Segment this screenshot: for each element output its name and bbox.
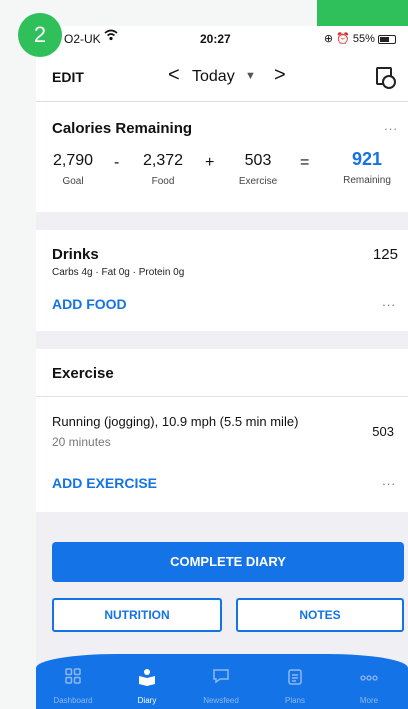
notes-button[interactable]: NOTES xyxy=(236,598,404,632)
exercise-duration: 20 minutes xyxy=(52,435,111,449)
more-icon xyxy=(332,668,406,692)
alarm-icon: ⊕ ⏰ xyxy=(323,33,350,45)
carrier-label: O2-UK xyxy=(64,32,101,46)
drinks-calories: 125 xyxy=(372,246,398,263)
battery-percent: 55% xyxy=(352,33,375,45)
add-exercise-button[interactable]: ADD EXERCISE xyxy=(52,475,157,491)
exercise-footer: ADD EXERCISE ... xyxy=(36,455,408,512)
bottom-tab-bar: Dashboard Diary Newsfeed Plans More xyxy=(36,654,408,709)
remaining-value: 921 Remaining xyxy=(343,149,391,186)
date-label[interactable]: Today xyxy=(192,68,235,86)
tab-diary[interactable]: Diary xyxy=(110,654,184,709)
drinks-more-icon[interactable]: ... xyxy=(382,294,396,309)
exercise-title: Exercise xyxy=(52,365,114,382)
exercise-header: Exercise xyxy=(36,349,408,397)
add-food-button[interactable]: ADD FOOD xyxy=(52,296,127,312)
drinks-title: Drinks xyxy=(52,246,99,263)
exercise-calories: 503 xyxy=(372,424,394,439)
clock-time: 20:27 xyxy=(200,32,231,46)
grid-icon xyxy=(36,668,110,692)
tab-more[interactable]: More xyxy=(332,654,406,709)
tab-newsfeed[interactable]: Newsfeed xyxy=(184,654,258,709)
equals-sign: = xyxy=(300,154,310,171)
calories-more-icon[interactable]: ... xyxy=(384,118,398,133)
edit-button[interactable]: EDIT xyxy=(52,69,84,85)
step-badge: 2 xyxy=(18,13,62,57)
food-value: 2,372 Food xyxy=(142,152,184,187)
plus-sign: + xyxy=(205,154,215,171)
minus-sign: - xyxy=(114,154,120,171)
nutrition-button[interactable]: NUTRITION xyxy=(52,598,222,632)
tab-dashboard[interactable]: Dashboard xyxy=(36,654,110,709)
exercise-value: 503 Exercise xyxy=(238,152,278,187)
wifi-icon xyxy=(104,28,118,44)
chat-icon xyxy=(184,668,258,692)
drinks-macros: Carbs 4g · Fat 0g · Protein 0g xyxy=(52,267,185,278)
exercise-more-icon[interactable]: ... xyxy=(382,473,396,488)
diary-nav-bar: EDIT < Today ▼ > xyxy=(36,54,408,102)
chevron-down-icon[interactable]: ▼ xyxy=(245,70,256,82)
status-bar: O2-UK 20:27 ⊕ ⏰ 55% xyxy=(36,26,408,54)
status-right: ⊕ ⏰ 55% xyxy=(324,32,396,45)
battery-icon xyxy=(378,34,396,44)
calendar-settings-icon[interactable] xyxy=(376,67,396,89)
phone-screen: O2-UK 20:27 ⊕ ⏰ 55% EDIT < Today ▼ > Cal… xyxy=(36,26,408,709)
drinks-card: Drinks 125 Carbs 4g · Fat 0g · Protein 0… xyxy=(36,230,408,331)
previous-day-button[interactable]: < xyxy=(168,64,180,87)
book-icon xyxy=(110,668,184,692)
exercise-name: Running (jogging), 10.9 mph (5.5 min mil… xyxy=(52,414,299,429)
tab-plans[interactable]: Plans xyxy=(258,654,332,709)
clipboard-icon xyxy=(258,668,332,692)
calories-title: Calories Remaining xyxy=(52,120,193,137)
complete-diary-button[interactable]: COMPLETE DIARY xyxy=(52,542,404,582)
exercise-entry[interactable]: Running (jogging), 10.9 mph (5.5 min mil… xyxy=(36,397,408,455)
goal-value: 2,790 Goal xyxy=(52,152,94,187)
next-day-button[interactable]: > xyxy=(274,64,286,87)
